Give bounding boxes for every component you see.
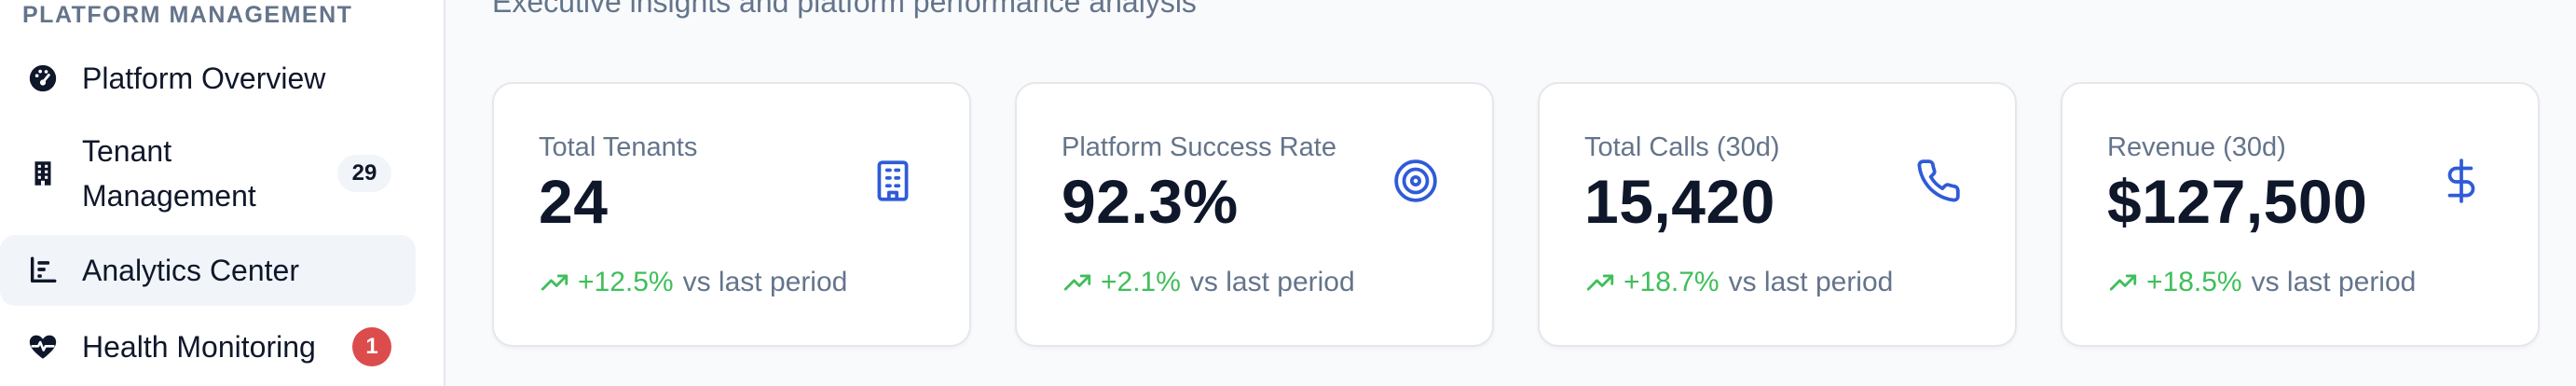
trend-value: +12.5% [578, 267, 674, 297]
tenant-count-badge: 29 [337, 155, 391, 192]
sidebar-section-label: PLATFORM MANAGEMENT [22, 2, 353, 28]
sidebar-item-tenant-management[interactable]: Tenant Management 29 [0, 125, 416, 222]
stat-label: Total Calls (30d) [1584, 132, 1780, 162]
trend-value: +18.7% [1624, 267, 1720, 297]
app: PLATFORM MANAGEMENT Platform Overview Te… [0, 0, 2576, 386]
bar-chart-icon [24, 252, 62, 289]
stat-value: 15,420 [1584, 167, 1775, 236]
stat-label: Total Tenants [539, 132, 698, 162]
trend-suffix: vs last period [682, 267, 848, 297]
stat-value: 92.3% [1062, 167, 1239, 236]
stat-trend: +2.1% vs last period [1062, 267, 1355, 298]
trending-up-icon [2107, 267, 2139, 298]
stat-label: Revenue (30d) [2107, 132, 2286, 162]
sidebar-item-platform-overview[interactable]: Platform Overview [0, 48, 416, 108]
trending-up-icon [1062, 267, 1093, 298]
sidebar-item-health-monitoring[interactable]: Health Monitoring 1 [0, 317, 416, 377]
sidebar-item-label: Platform Overview [82, 62, 326, 95]
building-icon [24, 155, 62, 192]
trend-suffix: vs last period [2251, 267, 2417, 297]
trend-suffix: vs last period [1728, 267, 1894, 297]
stat-card-total-tenants: Total Tenants 24 +12.5% vs last period [492, 82, 971, 347]
page-subtitle: Executive insights and platform performa… [492, 0, 1197, 19]
trending-up-icon [1584, 267, 1616, 298]
sidebar-item-label: Tenant Management [82, 134, 256, 213]
stat-value: 24 [539, 167, 609, 236]
target-icon [1391, 157, 1440, 205]
stat-value: $127,500 [2107, 167, 2368, 236]
trend-suffix: vs last period [1189, 267, 1355, 297]
phone-icon [1914, 157, 1963, 205]
stat-card-total-calls: Total Calls (30d) 15,420 +18.7% vs last … [1538, 82, 2017, 347]
stat-trend: +12.5% vs last period [539, 267, 847, 298]
sidebar: PLATFORM MANAGEMENT Platform Overview Te… [0, 0, 445, 386]
stat-label: Platform Success Rate [1062, 132, 1336, 162]
trend-value: +18.5% [2146, 267, 2242, 297]
trend-value: +2.1% [1101, 267, 1181, 297]
building-icon [869, 157, 917, 205]
stat-trend: +18.5% vs last period [2107, 267, 2416, 298]
sidebar-item-analytics-center[interactable]: Analytics Center [0, 235, 416, 306]
alert-count-badge: 1 [352, 327, 391, 366]
sidebar-item-label: Health Monitoring [82, 330, 316, 364]
trending-up-icon [539, 267, 570, 298]
stat-card-revenue: Revenue (30d) $127,500 +18.5% vs last pe… [2061, 82, 2540, 347]
gauge-icon [24, 60, 62, 97]
stat-card-platform-success-rate: Platform Success Rate 92.3% +2.1% vs las… [1015, 82, 1494, 347]
stat-trend: +18.7% vs last period [1584, 267, 1893, 298]
dollar-icon [2437, 157, 2486, 205]
main-content: Executive insights and platform performa… [445, 0, 2576, 386]
sidebar-item-label: Analytics Center [82, 254, 299, 287]
heart-pulse-icon [24, 328, 62, 365]
